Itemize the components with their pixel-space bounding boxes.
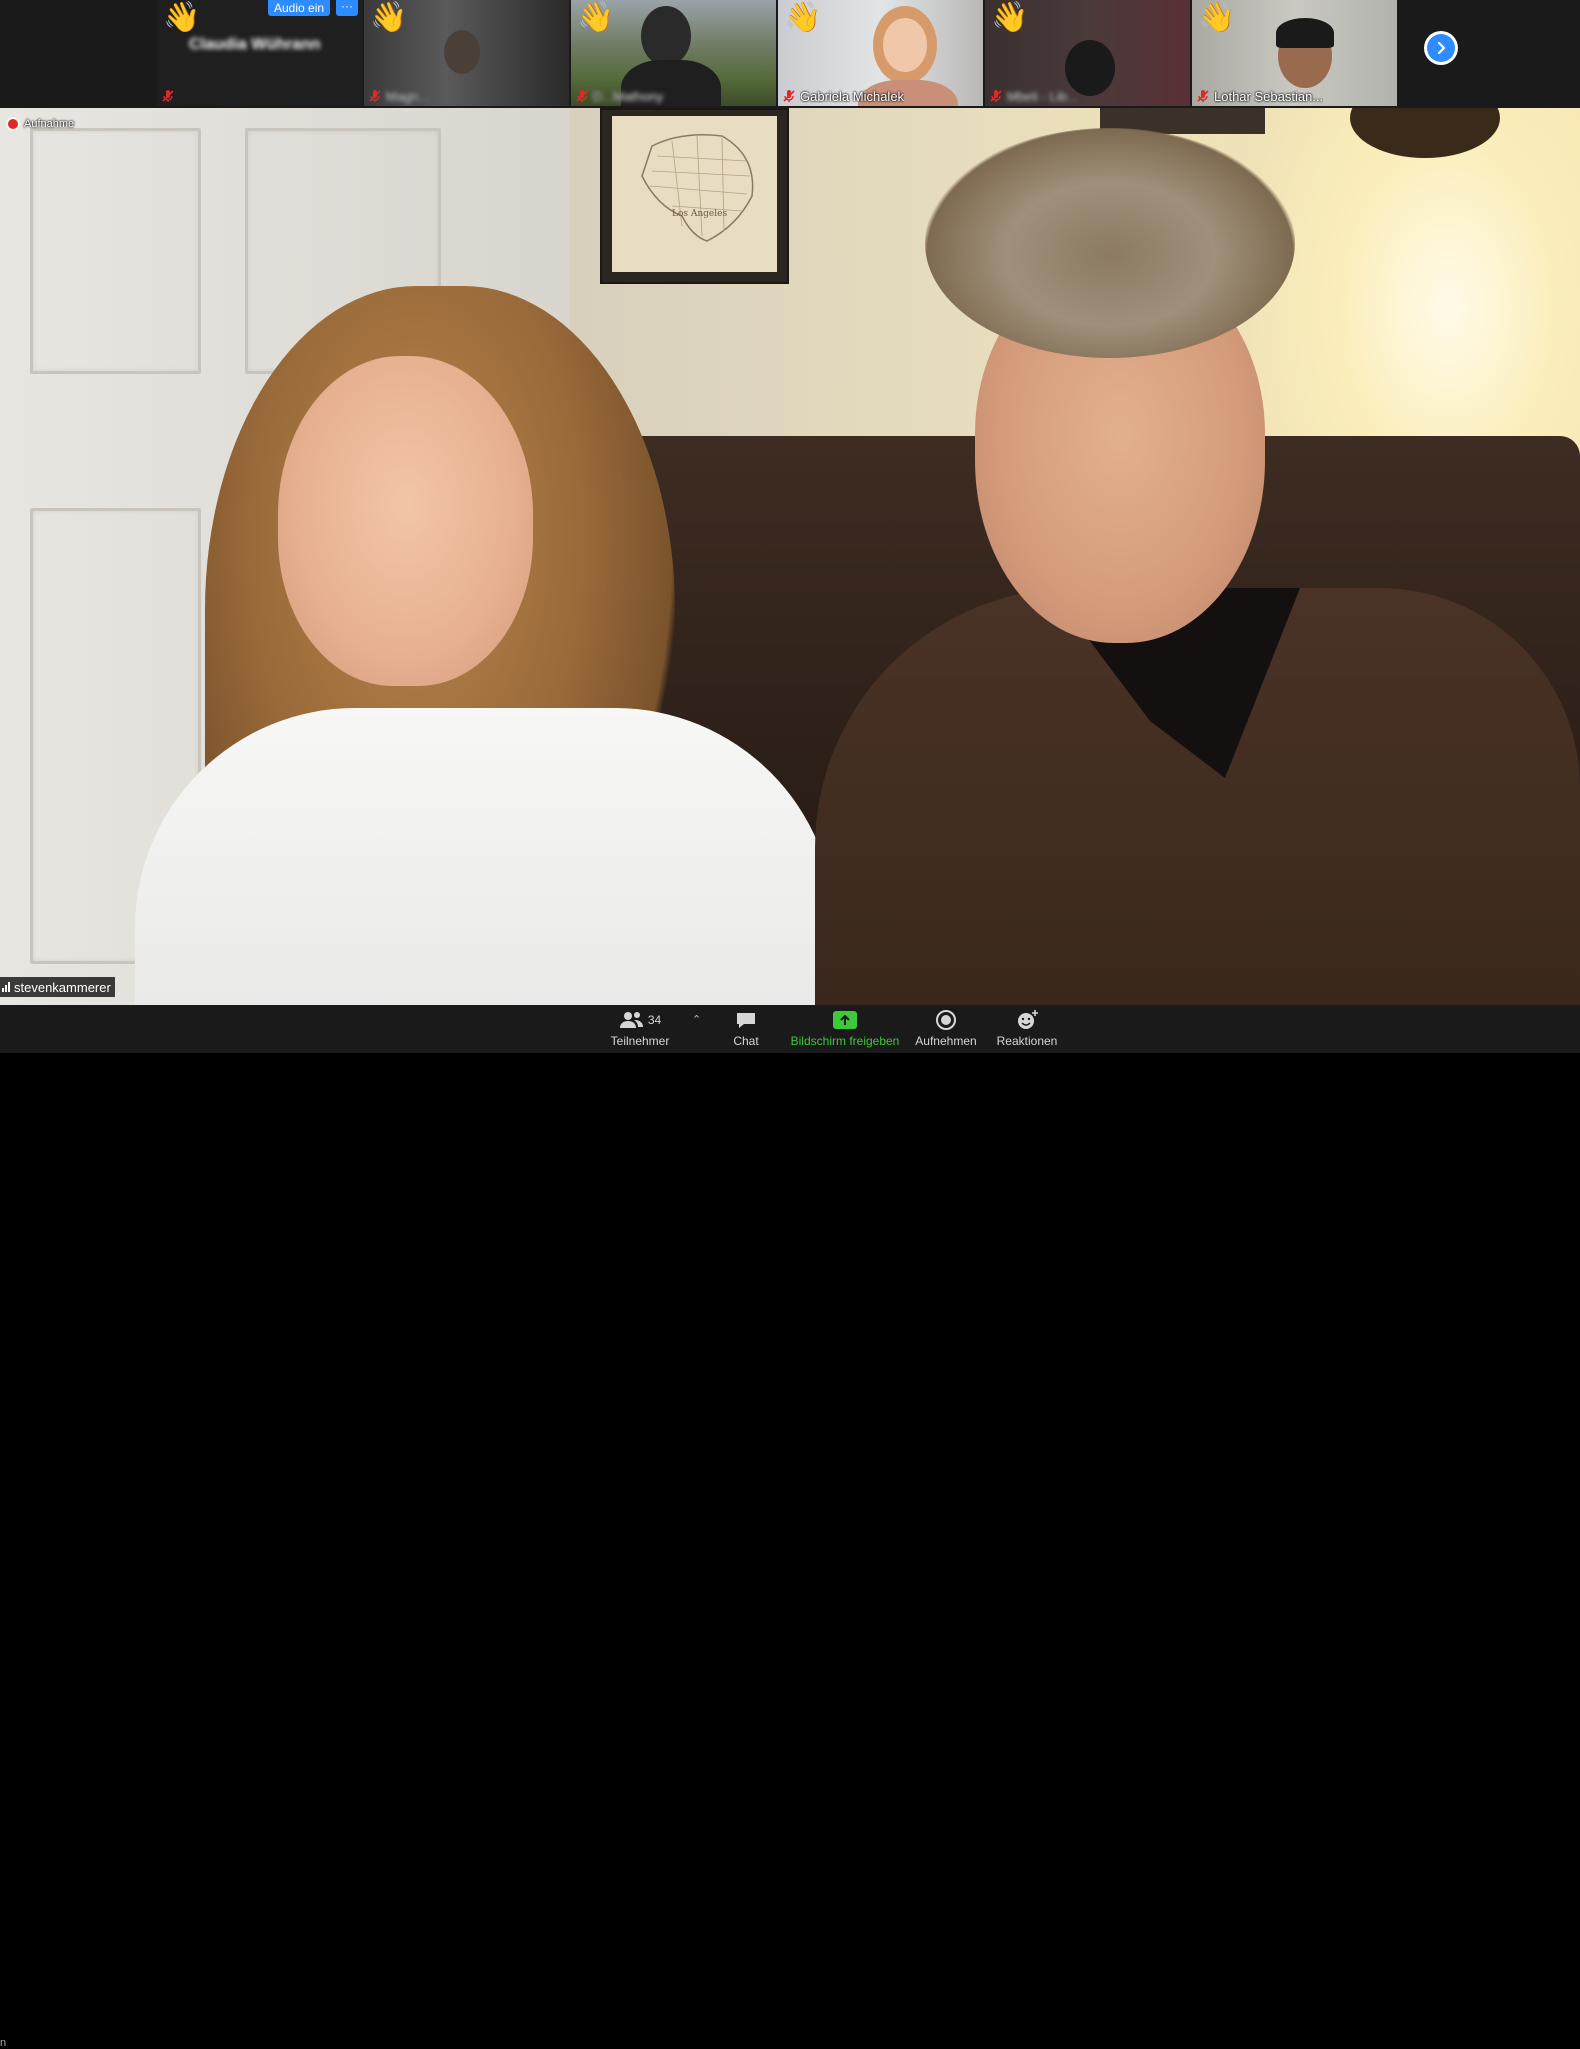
recording-label: Aufnahme	[24, 118, 75, 130]
share-screen-icon	[833, 1011, 857, 1029]
participant-tile[interactable]: 👋 Magn...	[364, 0, 569, 106]
participant-name: Lothar Sebastian...	[1214, 88, 1324, 104]
participant-name: Magn...	[386, 88, 430, 104]
raised-hand-icon: 👋	[577, 0, 615, 35]
muted-mic-icon	[990, 90, 1002, 102]
chat-icon	[737, 1013, 755, 1028]
next-page-button[interactable]	[1424, 31, 1458, 65]
chevron-right-icon	[1437, 41, 1446, 55]
participants-count: 34	[647, 1013, 662, 1027]
participant-name: Mbeli - Lib...	[1007, 88, 1078, 104]
chat-label: Chat	[733, 1034, 759, 1048]
wall-picture-frame: Los Angeles	[600, 108, 789, 284]
person-hair	[925, 128, 1295, 358]
signal-bars-icon	[2, 982, 10, 992]
raised-hand-icon: 👋	[991, 0, 1029, 35]
raised-hand-icon: 👋	[784, 0, 822, 35]
active-speaker-video: Los Angeles Aufnahme stevenkammerer	[0, 108, 1580, 1005]
audio-on-button[interactable]: Audio ein	[268, 0, 331, 16]
participants-menu-caret-icon[interactable]: ⌃	[692, 1013, 701, 1026]
frame-caption: Los Angeles	[672, 209, 727, 219]
muted-mic-icon	[783, 90, 795, 102]
participant-name: D...Mathony	[593, 88, 664, 104]
muted-mic-icon	[162, 90, 174, 102]
map-artwork: Los Angeles	[641, 134, 754, 242]
participants-label: Teilnehmer	[610, 1034, 670, 1048]
chat-button[interactable]: Chat	[728, 1009, 764, 1051]
participant-tile[interactable]: 👋 D...Mathony	[571, 0, 776, 106]
recording-dot-icon	[8, 119, 18, 129]
reactions-button[interactable]: Reaktionen	[996, 1009, 1058, 1051]
person-shirt	[135, 708, 835, 1005]
record-button[interactable]: Aufnehmen	[914, 1009, 978, 1051]
muted-mic-icon	[576, 90, 588, 102]
participant-tile[interactable]: 👋 Lothar Sebastian...	[1192, 0, 1397, 106]
reactions-label: Reaktionen	[996, 1034, 1058, 1048]
record-label: Aufnehmen	[915, 1034, 977, 1048]
participant-name: Gabriela Michalek	[800, 88, 905, 104]
muted-mic-icon	[369, 90, 381, 102]
participants-icon	[619, 1012, 643, 1028]
person-face	[278, 356, 533, 686]
participant-tile[interactable]: 👋 Gabriela Michalek	[778, 0, 983, 106]
muted-mic-icon	[1197, 90, 1209, 102]
participant-name: Claudia Wührann	[189, 36, 321, 53]
toolbar-edge-glyph: n	[0, 2037, 7, 2049]
participant-tile[interactable]: 👋 Mbeli - Lib...	[985, 0, 1190, 106]
share-screen-label: Bildschirm freigeben	[790, 1034, 900, 1048]
more-options-button[interactable]: ···	[336, 0, 358, 16]
reactions-icon	[1018, 1010, 1038, 1029]
raised-hand-icon: 👋	[370, 0, 408, 35]
share-screen-button[interactable]: Bildschirm freigeben	[790, 1009, 900, 1051]
raised-hand-icon: 👋	[163, 0, 201, 35]
speaker-name-tag: stevenkammerer	[0, 977, 115, 997]
participant-tile[interactable]: 👋 Claudia Wührann	[157, 0, 362, 106]
participant-strip: 👋 Claudia Wührann Audio ein ··· 👋 Magn..…	[0, 0, 1580, 108]
recording-indicator: Aufnahme	[8, 118, 74, 130]
speaker-name: stevenkammerer	[14, 979, 111, 995]
meeting-toolbar: n 34 Teilnehmer ⌃ Chat Bildschirm freige…	[0, 1005, 1580, 2049]
record-icon	[936, 1010, 956, 1030]
participants-button[interactable]: 34 Teilnehmer	[608, 1009, 672, 1051]
raised-hand-icon: 👋	[1198, 0, 1236, 35]
